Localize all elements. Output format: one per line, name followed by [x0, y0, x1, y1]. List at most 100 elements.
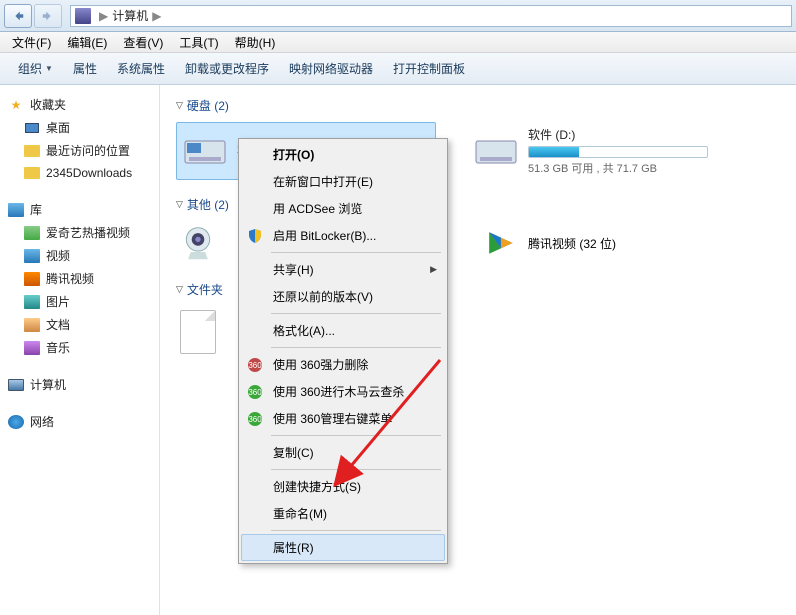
titlebar: ▶ 计算机 ▶ — [0, 0, 796, 32]
video-icon — [24, 225, 40, 241]
context-menu-item-label: 使用 360强力删除 — [273, 356, 368, 373]
folder-icon — [24, 165, 40, 181]
toolbar-organize[interactable]: 组织▼ — [8, 56, 63, 81]
context-menu-item[interactable]: 共享(H) ▶ — [241, 256, 445, 283]
context-menu-item[interactable]: 360 使用 360管理右键菜单 — [241, 405, 445, 432]
context-menu-separator — [271, 313, 441, 314]
library-icon — [8, 202, 24, 218]
context-menu-item-label: 用 ACDSee 浏览 — [273, 200, 362, 217]
context-menu-item[interactable]: 用 ACDSee 浏览 — [241, 195, 445, 222]
desktop-icon — [24, 120, 40, 136]
sidebar-favorites[interactable]: ★ 收藏夹 — [4, 93, 155, 116]
music-icon — [24, 340, 40, 356]
submenu-arrow-icon: ▶ — [430, 264, 437, 275]
sidebar-item-music[interactable]: 音乐 — [4, 336, 155, 359]
sidebar-item-video[interactable]: 视频 — [4, 244, 155, 267]
context-menu-item[interactable]: 在新窗口中打开(E) — [241, 168, 445, 195]
chevron-down-icon: ▽ — [176, 100, 183, 111]
context-menu-separator — [271, 435, 441, 436]
address-bar[interactable]: ▶ 计算机 ▶ — [70, 5, 792, 27]
other-item-camera[interactable] — [176, 221, 246, 265]
breadcrumb-root[interactable]: 计算机 — [112, 7, 148, 24]
sidebar-item-downloads[interactable]: 2345Downloads — [4, 162, 155, 184]
toolbar-system-properties[interactable]: 系统属性 — [107, 56, 175, 81]
sidebar-computer[interactable]: 计算机 — [4, 373, 155, 396]
svg-text:360: 360 — [248, 415, 262, 424]
drive-d[interactable]: 软件 (D:) 51.3 GB 可用 , 共 71.7 GB — [468, 122, 728, 180]
menu-tools[interactable]: 工具(T) — [171, 32, 226, 53]
svg-text:360: 360 — [248, 388, 262, 397]
sidebar-item-iqiyi[interactable]: 爱奇艺热播视频 — [4, 221, 155, 244]
sidebar-item-desktop[interactable]: 桌面 — [4, 116, 155, 139]
breadcrumb-separator: ▶ — [99, 9, 108, 23]
video-icon — [24, 248, 40, 264]
sidebar-item-documents[interactable]: 文档 — [4, 313, 155, 336]
context-menu: 打开(O) 在新窗口中打开(E) 用 ACDSee 浏览启用 BitLocker(B… — [238, 138, 448, 564]
context-menu-item-label: 格式化(A)... — [273, 322, 335, 339]
toolbar-control-panel[interactable]: 打开控制面板 — [383, 56, 475, 81]
pictures-icon — [24, 294, 40, 310]
star-icon: ★ — [8, 97, 24, 113]
other-item-tencent[interactable]: 腾讯视频 (32 位) — [478, 221, 678, 265]
toolbar-map-drive[interactable]: 映射网络驱动器 — [279, 56, 383, 81]
context-menu-separator — [271, 530, 441, 531]
sidebar-item-pictures[interactable]: 图片 — [4, 290, 155, 313]
nav-back-button[interactable] — [4, 4, 32, 28]
context-menu-item-label: 属性(R) — [273, 539, 314, 556]
context-menu-item[interactable]: 格式化(A)... — [241, 317, 445, 344]
arrow-left-icon — [11, 9, 25, 23]
menu-help[interactable]: 帮助(H) — [227, 32, 284, 53]
sidebar-libraries[interactable]: 库 — [4, 198, 155, 221]
toolbar-properties[interactable]: 属性 — [63, 56, 107, 81]
recent-icon — [24, 143, 40, 159]
svg-text:360: 360 — [248, 361, 262, 370]
context-menu-item[interactable]: 360 使用 360进行木马云查杀 — [241, 378, 445, 405]
context-menu-item-label: 启用 BitLocker(B)... — [273, 227, 376, 244]
documents-icon — [24, 317, 40, 333]
menu-view[interactable]: 查看(V) — [115, 32, 171, 53]
context-menu-item-label: 共享(H) — [273, 261, 314, 278]
toolbar-uninstall[interactable]: 卸载或更改程序 — [175, 56, 279, 81]
sidebar-network[interactable]: 网络 — [4, 410, 155, 433]
drive-d-usage-bar — [528, 146, 708, 158]
sidebar: ★ 收藏夹 桌面 最近访问的位置 2345Downloads 库 爱奇艺热播视频 — [0, 85, 160, 615]
shield-icon — [247, 228, 263, 244]
computer-icon — [8, 377, 24, 393]
context-menu-item-label: 还原以前的版本(V) — [273, 288, 373, 305]
toolbar: 组织▼ 属性 系统属性 卸载或更改程序 映射网络驱动器 打开控制面板 — [0, 53, 796, 85]
drive-icon — [472, 131, 520, 171]
drive-d-label: 软件 (D:) — [528, 126, 724, 143]
webcam-icon — [180, 225, 216, 261]
file-icon — [180, 310, 216, 354]
context-menu-item-label: 使用 360进行木马云查杀 — [273, 383, 404, 400]
video-icon — [24, 271, 40, 287]
sidebar-item-tencent[interactable]: 腾讯视频 — [4, 267, 155, 290]
context-menu-item-label: 创建快捷方式(S) — [273, 478, 361, 495]
context-menu-item[interactable]: 复制(C) — [241, 439, 445, 466]
360-mgr-icon: 360 — [247, 411, 263, 427]
context-menu-item-label: 使用 360管理右键菜单 — [273, 410, 392, 427]
tencent-video-icon — [482, 225, 518, 261]
context-menu-item[interactable]: 打开(O) — [241, 141, 445, 168]
360-scan-icon: 360 — [247, 384, 263, 400]
context-menu-item[interactable]: 启用 BitLocker(B)... — [241, 222, 445, 249]
menu-file[interactable]: 文件(F) — [4, 32, 59, 53]
context-menu-item[interactable]: 属性(R) — [241, 534, 445, 561]
context-menu-item[interactable]: 360 使用 360强力删除 — [241, 351, 445, 378]
context-menu-item-label: 在新窗口中打开(E) — [273, 173, 373, 190]
section-hdd-header[interactable]: ▽ 硬盘 (2) — [176, 97, 780, 114]
nav-forward-button[interactable] — [34, 4, 62, 28]
context-menu-item[interactable]: 还原以前的版本(V) — [241, 283, 445, 310]
context-menu-separator — [271, 469, 441, 470]
computer-icon — [75, 8, 91, 24]
drive-d-free-text: 51.3 GB 可用 , 共 71.7 GB — [528, 160, 724, 176]
context-menu-item[interactable]: 创建快捷方式(S) — [241, 473, 445, 500]
context-menu-item-label: 复制(C) — [273, 444, 314, 461]
sidebar-item-recent[interactable]: 最近访问的位置 — [4, 139, 155, 162]
context-menu-item[interactable]: 重命名(M) — [241, 500, 445, 527]
context-menu-item-label: 打开(O) — [273, 146, 314, 163]
breadcrumb-separator: ▶ — [152, 9, 161, 23]
chevron-down-icon: ▽ — [176, 199, 183, 210]
context-menu-item-label: 重命名(M) — [273, 505, 327, 522]
menu-edit[interactable]: 编辑(E) — [59, 32, 115, 53]
